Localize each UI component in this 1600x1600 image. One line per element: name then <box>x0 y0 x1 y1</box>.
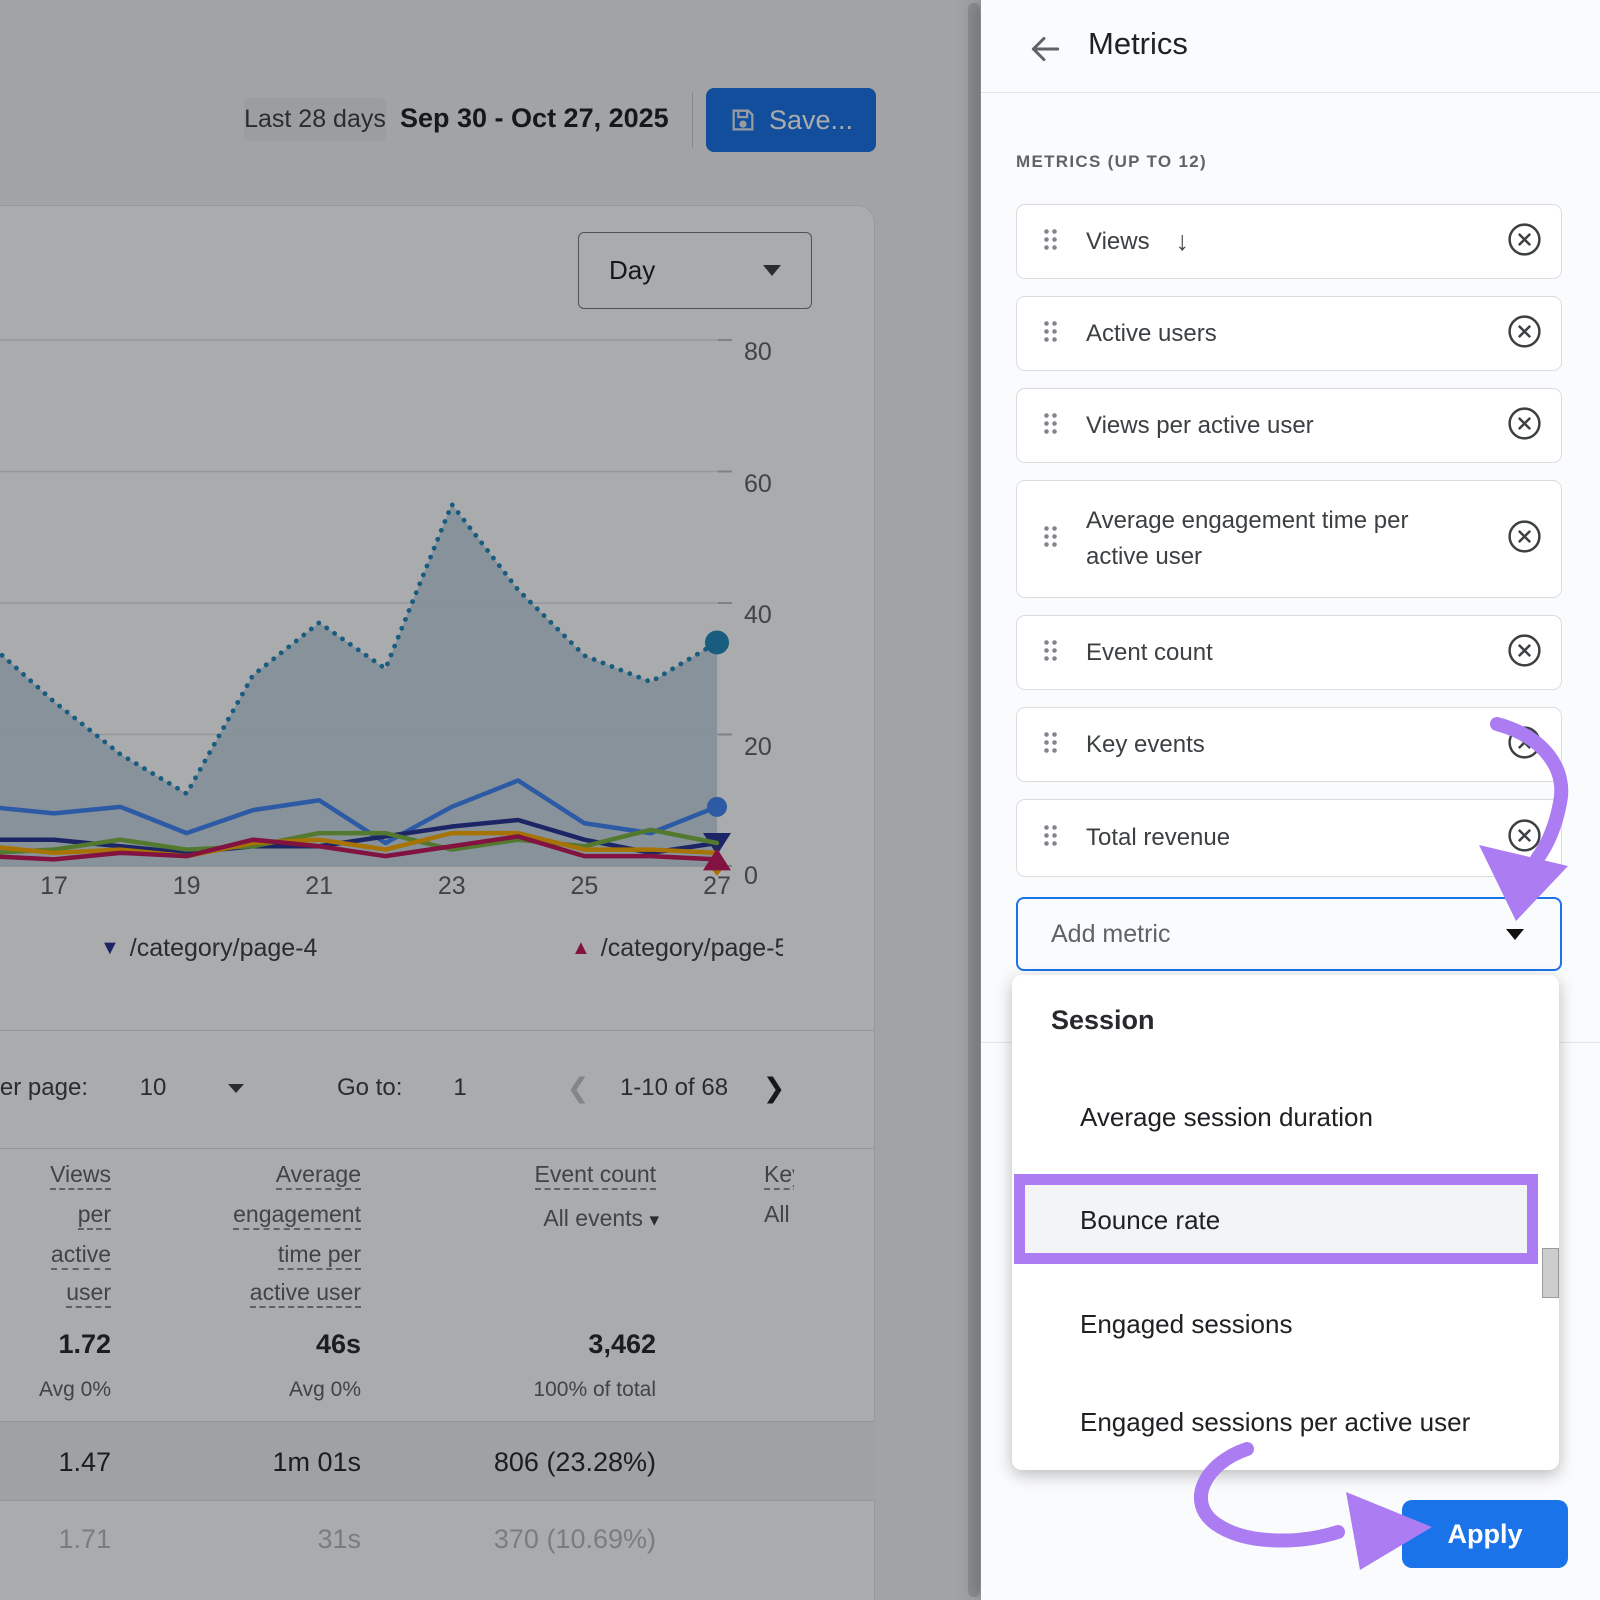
remove-metric-icon[interactable] <box>1506 724 1543 766</box>
back-arrow-icon[interactable] <box>1026 30 1064 73</box>
remove-metric-icon[interactable] <box>1506 632 1543 674</box>
metric-card-views-per-active-user[interactable]: Views per active user <box>1016 388 1562 463</box>
screenshot-stage: Last 28 days Sep 30 - Oct 27, 2025 Save.… <box>0 0 1600 1600</box>
metric-label: Views <box>1086 224 1150 260</box>
menu-item-bounce-rate[interactable]: Bounce rate <box>1080 1192 1220 1248</box>
metric-label: Average engagement time per active user <box>1086 503 1466 575</box>
apply-button-label: Apply <box>1447 1519 1522 1550</box>
menu-item-engaged-sessions[interactable]: Engaged sessions <box>1080 1296 1292 1352</box>
panel-header-divider <box>981 92 1600 93</box>
metric-card-total-revenue[interactable]: Total revenue <box>1016 799 1562 877</box>
drag-handle-icon[interactable] <box>1043 525 1058 553</box>
drag-handle-icon[interactable] <box>1043 639 1058 667</box>
metric-label: Key events <box>1086 727 1205 763</box>
drag-handle-icon[interactable] <box>1043 320 1058 348</box>
metric-card-active-users[interactable]: Active users <box>1016 296 1562 371</box>
menu-item-average-session-duration[interactable]: Average session duration <box>1080 1089 1373 1145</box>
remove-metric-icon[interactable] <box>1506 405 1543 447</box>
sort-descending-icon: ↓ <box>1176 226 1190 257</box>
metric-card-event-count[interactable]: Event count <box>1016 615 1562 690</box>
metric-label: Total revenue <box>1086 820 1230 856</box>
menu-group-session: Session <box>1051 994 1155 1046</box>
chevron-down-icon <box>1506 929 1524 940</box>
metric-label: Active users <box>1086 316 1217 352</box>
drag-handle-icon[interactable] <box>1043 731 1058 759</box>
apply-button[interactable]: Apply <box>1402 1500 1568 1568</box>
metrics-section-label: METRICS (UP TO 12) <box>1016 152 1207 172</box>
drag-handle-icon[interactable] <box>1043 824 1058 852</box>
menu-item-engaged-sessions-per-active-user[interactable]: Engaged sessions per active user <box>1080 1394 1470 1450</box>
metric-label: Views per active user <box>1086 408 1314 444</box>
remove-metric-icon[interactable] <box>1506 313 1543 355</box>
drag-handle-icon[interactable] <box>1043 228 1058 256</box>
remove-metric-icon[interactable] <box>1506 817 1543 859</box>
remove-metric-icon[interactable] <box>1506 221 1543 263</box>
modal-dim-overlay <box>0 0 981 1600</box>
metric-card-views[interactable]: Views ↓ <box>1016 204 1562 279</box>
metric-label: Event count <box>1086 635 1213 671</box>
panel-title: Metrics <box>1088 26 1188 62</box>
add-metric-dropdown[interactable]: Add metric <box>1016 897 1562 971</box>
add-metric-label: Add metric <box>1051 920 1170 949</box>
menu-scrollbar-thumb[interactable] <box>1542 1248 1559 1298</box>
drag-handle-icon[interactable] <box>1043 412 1058 440</box>
remove-metric-icon[interactable] <box>1506 518 1543 560</box>
metric-card-key-events[interactable]: Key events <box>1016 707 1562 782</box>
metric-card-average-engagement-time-per-active-user[interactable]: Average engagement time per active user <box>1016 480 1562 598</box>
